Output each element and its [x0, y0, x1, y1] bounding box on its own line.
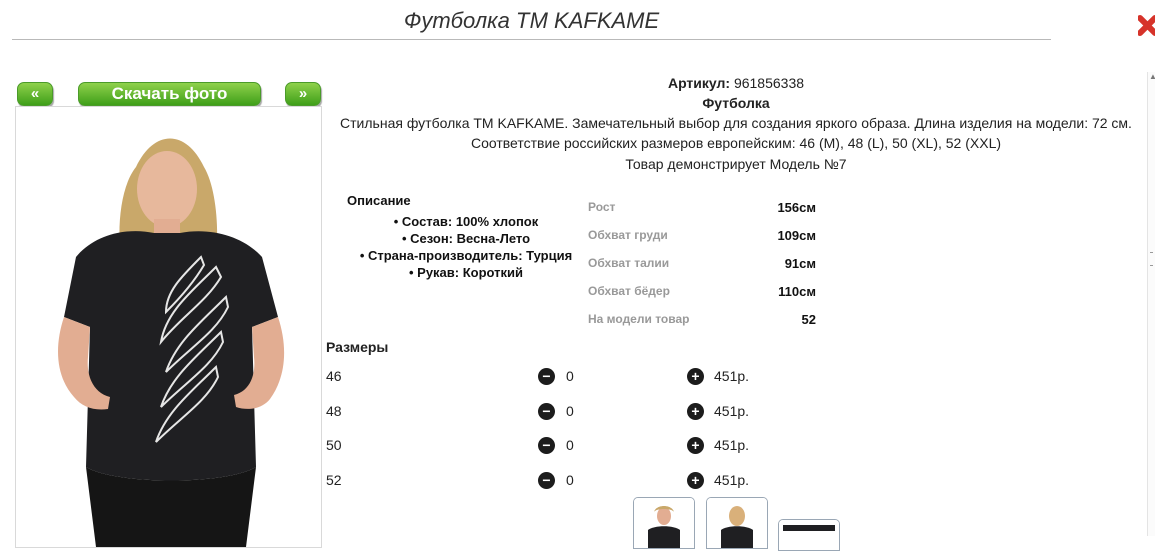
increase-quantity-button[interactable]: +: [687, 403, 704, 420]
download-photo-button[interactable]: Скачать фото: [78, 82, 261, 106]
photo-thumbnail[interactable]: [706, 497, 768, 549]
increase-quantity-button[interactable]: +: [687, 368, 704, 385]
model-line: Товар демонстрирует Модель №7: [625, 156, 847, 172]
size-row: 48 − 0 + 451р.: [326, 403, 766, 423]
article-value: 961856338: [733, 75, 805, 91]
size-label: 48: [326, 403, 342, 419]
description-block: Описание • Состав: 100% хлопок • Сезон: …: [335, 193, 597, 281]
feature-item: • Сезон: Весна-Лето: [401, 231, 531, 246]
quantity-value: 0: [566, 472, 574, 488]
previous-photo-button[interactable]: «: [17, 82, 53, 106]
product-category: Футболка: [702, 95, 770, 111]
quantity-value: 0: [566, 368, 574, 384]
measurement-row: Обхват бёдер 110см: [588, 284, 816, 299]
measurement-value: 156см: [777, 200, 816, 215]
measurement-value: 91см: [784, 256, 816, 271]
measurement-row: Обхват талии 91см: [588, 256, 816, 271]
product-photo[interactable]: [15, 106, 322, 548]
size-row: 50 − 0 + 451р.: [326, 437, 766, 457]
size-label: 46: [326, 368, 342, 384]
decrease-quantity-button[interactable]: −: [538, 472, 555, 489]
sizes-heading: Размеры: [326, 339, 389, 355]
feature-item: • Состав: 100% хлопок: [393, 214, 539, 229]
next-photo-button[interactable]: »: [285, 82, 321, 106]
size-row: 52 − 0 + 451р.: [326, 472, 766, 492]
size-correspondence: Соответствие российских размеров европей…: [470, 135, 1002, 151]
measurement-label: Обхват талии: [588, 256, 670, 270]
measurement-label: Обхват груди: [588, 228, 668, 242]
price-value: 451р.: [714, 403, 750, 419]
feature-item: • Рукав: Короткий: [408, 265, 524, 280]
measurement-row: На модели товар 52: [588, 312, 816, 327]
photo-thumbnail[interactable]: [633, 497, 695, 549]
measurement-label: Обхват бёдер: [588, 284, 670, 298]
measurement-row: Обхват груди 109см: [588, 228, 816, 243]
model-in-tshirt-image: [16, 107, 321, 547]
article-label: Артикул:: [667, 75, 731, 91]
description-heading: Описание: [347, 193, 411, 208]
decrease-quantity-button[interactable]: −: [538, 437, 555, 454]
article-line: Артикул: 961856338: [325, 75, 1147, 91]
product-description: Стильная футболка ТМ KAFKAME. Замечатель…: [340, 115, 1132, 131]
decrease-quantity-button[interactable]: −: [538, 403, 555, 420]
thumbnail-image: [634, 498, 694, 548]
scroll-grip-icon[interactable]: [1150, 252, 1153, 266]
price-value: 451р.: [714, 437, 750, 453]
decrease-quantity-button[interactable]: −: [538, 368, 555, 385]
measurement-value: 109см: [777, 228, 816, 243]
feature-item: • Страна-производитель: Турция: [359, 248, 573, 263]
increase-quantity-button[interactable]: +: [687, 437, 704, 454]
increase-quantity-button[interactable]: +: [687, 472, 704, 489]
price-value: 451р.: [714, 472, 750, 488]
measurement-value: 110см: [778, 284, 816, 299]
page-title: Футболка ТМ KAFKAME: [403, 8, 660, 33]
quantity-value: 0: [566, 403, 574, 419]
thumbnail-image: [707, 498, 767, 548]
quantity-value: 0: [566, 437, 574, 453]
thumbnail-image: [779, 520, 839, 550]
measurement-value: 52: [801, 312, 816, 327]
measurement-row: Рост 156см: [588, 200, 816, 215]
measurement-label: На модели товар: [588, 312, 690, 326]
close-icon[interactable]: [1138, 12, 1155, 42]
measurement-label: Рост: [588, 200, 616, 214]
scroll-up-icon[interactable]: ▲: [1149, 72, 1155, 81]
title-divider: [12, 39, 1051, 40]
size-label: 50: [326, 437, 342, 453]
size-row: 46 − 0 + 451р.: [326, 368, 766, 388]
scrollbar[interactable]: ▲: [1147, 72, 1155, 536]
size-label: 52: [326, 472, 342, 488]
price-value: 451р.: [714, 368, 750, 384]
photo-thumbnail[interactable]: [778, 519, 840, 551]
